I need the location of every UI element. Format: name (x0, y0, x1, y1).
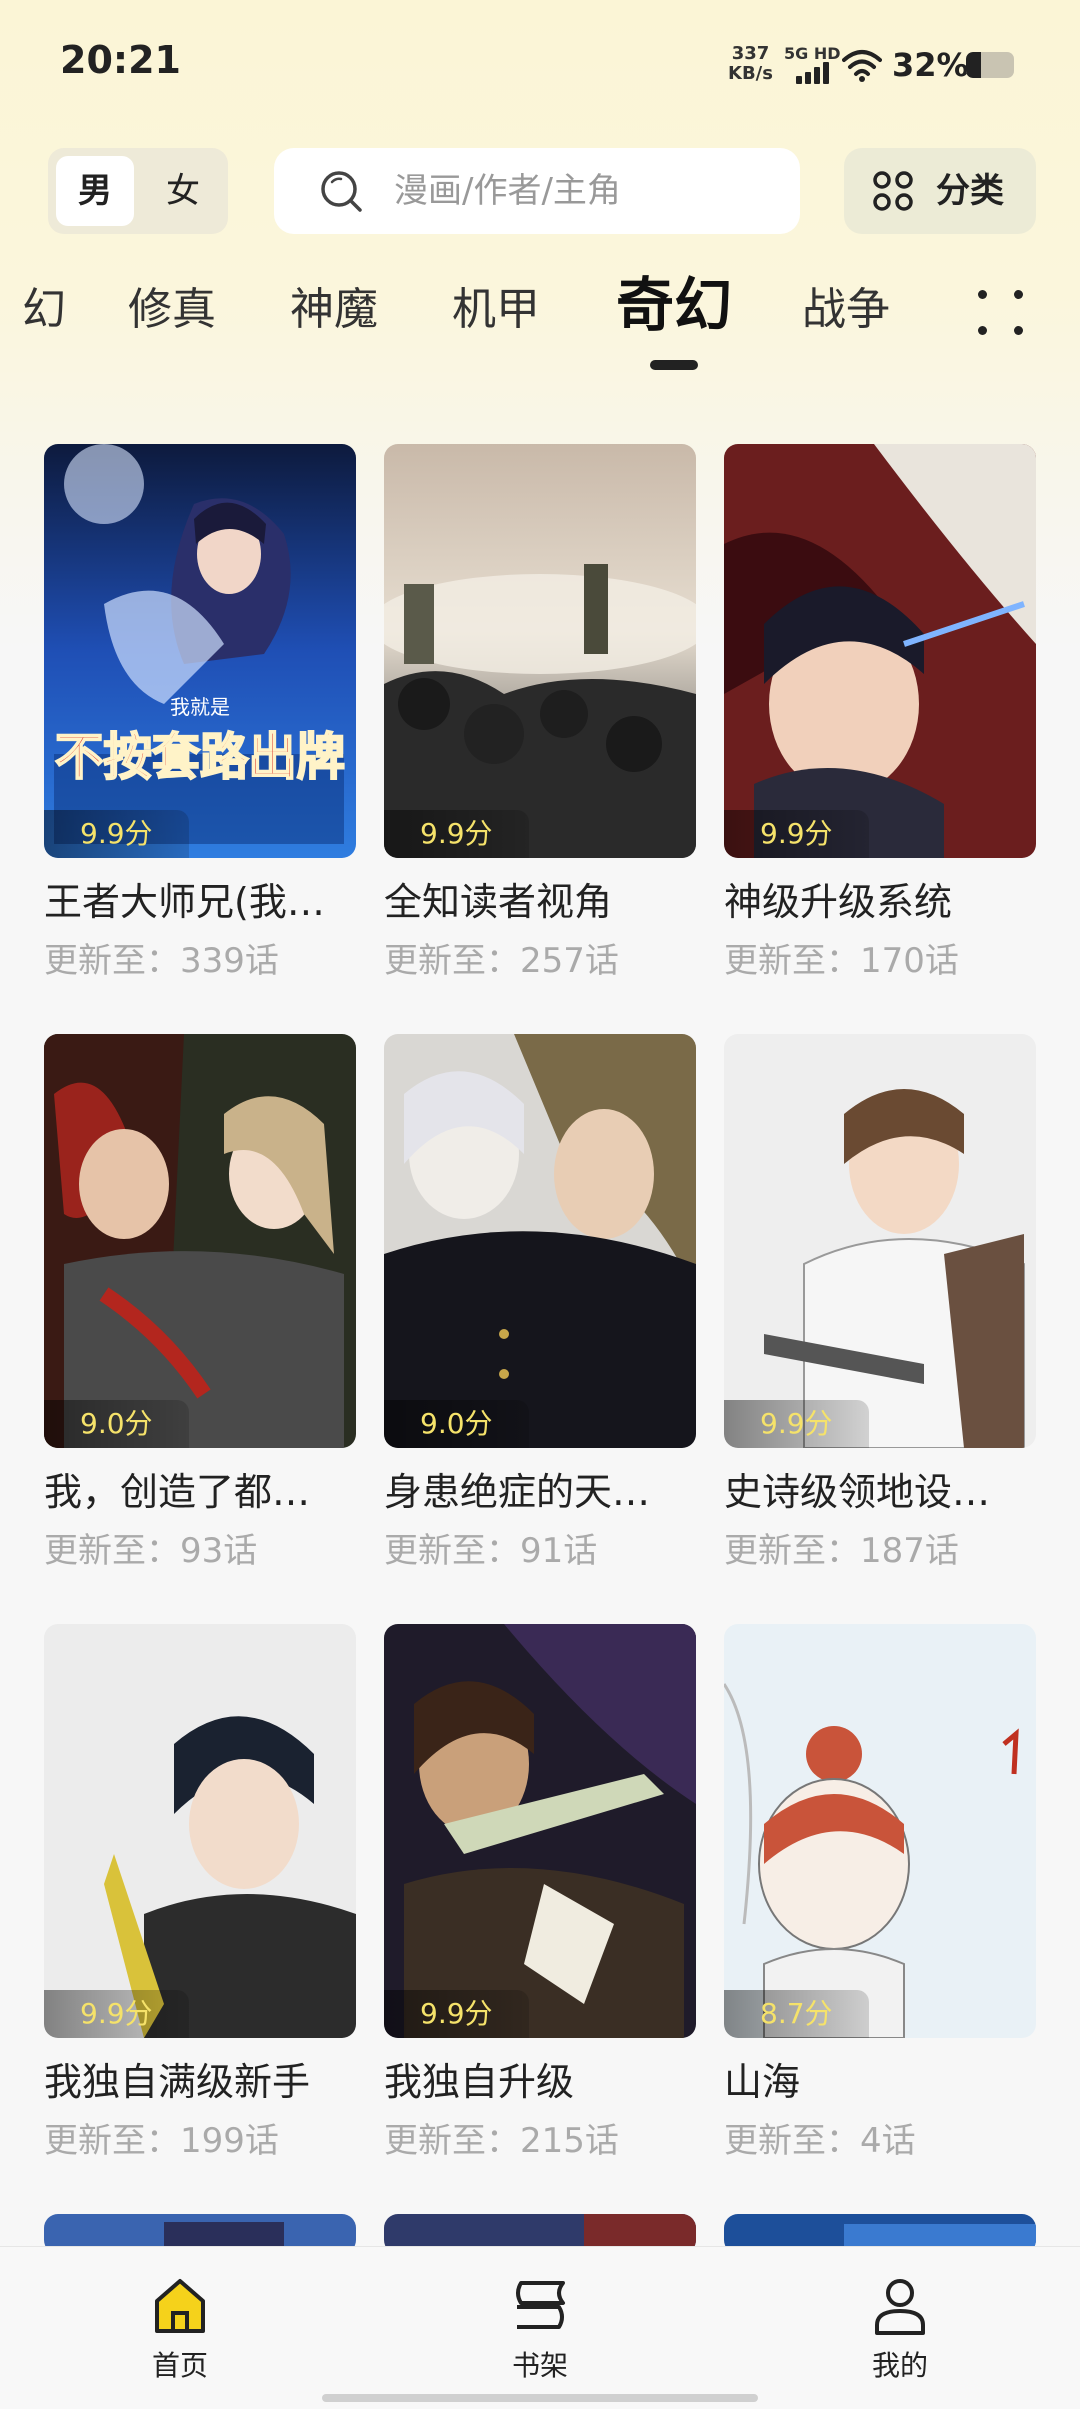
score-badge: 9.0分 (44, 1400, 189, 1448)
score-badge: 9.9分 (44, 1990, 189, 2038)
status-bar: 20:21 337 KB/s 5G HD 32% (0, 0, 1080, 120)
tab-genre-4-active[interactable]: 奇幻 (616, 270, 732, 340)
comic-title[interactable]: 王者大师兄(我… (44, 876, 356, 928)
clock: 20:21 (60, 38, 181, 82)
bookshelf-icon (516, 2281, 565, 2329)
comic-cover[interactable]: 9.0分 (44, 1034, 356, 1448)
score-badge: 9.0分 (384, 1400, 529, 1448)
comic-update: 更新至：199话 (44, 2121, 279, 2161)
cover-small-text: 我就是 (170, 695, 230, 719)
genre-tabs: 幻 修真 神魔 机甲 奇幻 战争 (0, 270, 1080, 380)
tab-genre-5[interactable]: 战争 (802, 280, 890, 340)
comic-cover[interactable]: 9.0分 (384, 1034, 696, 1448)
comic-update: 更新至：187话 (724, 1531, 959, 1571)
home-indicator (322, 2394, 758, 2402)
comic-update: 更新至：4话 (724, 2121, 916, 2161)
wifi-icon (842, 50, 882, 82)
net-speed: 337 KB/s (728, 44, 773, 84)
score-badge: 9.9分 (724, 1400, 869, 1448)
gender-toggle: 男 女 (48, 148, 228, 234)
grid-four-dots-icon (873, 171, 913, 211)
tab-genre-2[interactable]: 神魔 (290, 280, 378, 340)
nav-mine-label: 我的 (871, 2349, 928, 2382)
home-icon (155, 2279, 205, 2333)
net-speed-value: 337 (731, 43, 770, 64)
gender-female-tab[interactable]: 女 (144, 156, 222, 226)
net-speed-unit: KB/s (728, 63, 773, 84)
nav-mine[interactable]: 我的 (820, 2275, 980, 2383)
search-icon (321, 171, 362, 212)
comic-title[interactable]: 我独自升级 (384, 2056, 696, 2108)
score-badge: 9.9分 (724, 810, 869, 858)
score-badge: 9.9分 (44, 810, 189, 858)
comic-update: 更新至：257话 (384, 941, 619, 981)
nav-bookshelf-label: 书架 (511, 2349, 568, 2382)
comic-update: 更新至：170话 (724, 941, 959, 981)
comic-cover[interactable]: 8.7分 (724, 1624, 1036, 2038)
comic-cover[interactable]: 9.9分 (44, 1624, 356, 2038)
comic-cover[interactable]: 我就是 不按套路出牌 9.9分 (44, 444, 356, 858)
comic-cover[interactable]: 9.9分 (724, 1034, 1036, 1448)
tab-genre-0[interactable]: 幻 (22, 280, 66, 340)
comic-cover[interactable]: 9.9分 (384, 1624, 696, 2038)
tab-genre-3[interactable]: 机甲 (452, 280, 540, 340)
bottom-navigation: 首页 书架 我的 (0, 2246, 1080, 2409)
score-badge: 9.9分 (384, 810, 529, 858)
active-tab-indicator (650, 360, 698, 370)
comic-title[interactable]: 山海 (724, 2056, 1036, 2108)
cover-title-art: 不按套路出牌 (55, 727, 345, 786)
nav-home-label: 首页 (151, 2349, 208, 2382)
network-type: 5G HD (784, 44, 841, 63)
nav-bookshelf[interactable]: 书架 (460, 2275, 620, 2383)
score-badge: 8.7分 (724, 1990, 869, 2038)
search-bar[interactable]: 漫画/作者/主角 (274, 148, 800, 234)
signal-icon (796, 62, 830, 84)
comic-cover[interactable]: 9.9分 (724, 444, 1036, 858)
comic-title[interactable]: 全知读者视角 (384, 876, 696, 928)
battery-icon (966, 52, 1014, 78)
comic-update: 更新至：215话 (384, 2121, 619, 2161)
person-icon (875, 2279, 925, 2335)
battery-percent: 32% (892, 46, 969, 84)
comic-title[interactable]: 身患绝症的天… (384, 1466, 696, 1518)
comic-update: 更新至：93话 (44, 1531, 258, 1571)
nav-home[interactable]: 首页 (100, 2275, 260, 2383)
search-placeholder: 漫画/作者/主角 (394, 171, 621, 211)
tab-genre-1[interactable]: 修真 (128, 280, 216, 340)
comic-title[interactable]: 我独自满级新手 (44, 2056, 356, 2108)
comic-title[interactable]: 我，创造了都… (44, 1466, 356, 1518)
category-label: 分类 (936, 171, 1004, 211)
comic-update: 更新至：339话 (44, 941, 279, 981)
comic-title[interactable]: 史诗级领地设… (724, 1466, 1036, 1518)
comic-update: 更新至：91话 (384, 1531, 598, 1571)
score-badge: 9.9分 (384, 1990, 529, 2038)
category-button[interactable]: 分类 (844, 148, 1036, 234)
comic-cover[interactable]: 9.9分 (384, 444, 696, 858)
comic-title[interactable]: 神级升级系统 (724, 876, 1036, 928)
more-dots-icon[interactable] (976, 288, 1026, 338)
gender-male-tab[interactable]: 男 (56, 156, 134, 226)
